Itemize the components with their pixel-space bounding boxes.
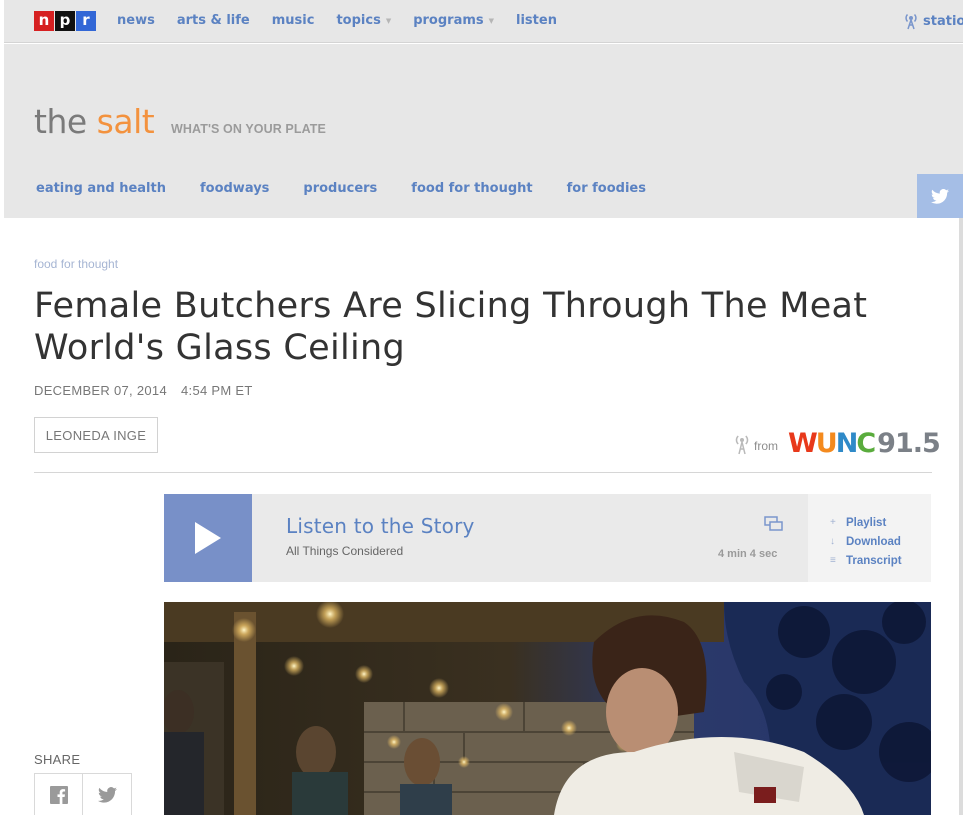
playlist-label: Playlist bbox=[846, 516, 887, 529]
article-date: DECEMBER 07, 2014 bbox=[34, 383, 167, 398]
radio-tower-icon bbox=[905, 13, 917, 30]
wunc-frequency: 91.5 bbox=[877, 428, 941, 459]
audio-actions: + Playlist ↓ Download ≡ Transcript bbox=[808, 494, 931, 582]
nav-link-label: music bbox=[271, 13, 315, 28]
share-facebook-button[interactable] bbox=[35, 774, 84, 815]
twitter-follow-button[interactable] bbox=[917, 174, 963, 218]
scrollbar-track[interactable] bbox=[959, 218, 963, 815]
transcript-button[interactable]: ≡ Transcript bbox=[830, 551, 931, 570]
author-byline[interactable]: LEONEDA INGE bbox=[34, 417, 158, 453]
download-icon: ↓ bbox=[830, 536, 835, 547]
npr-logo-letter-n: n bbox=[34, 11, 54, 31]
play-button[interactable] bbox=[164, 494, 252, 582]
article-photo bbox=[164, 602, 931, 815]
blog-nav-eating-and-health[interactable]: eating and health bbox=[36, 181, 166, 196]
listen-title[interactable]: Listen to the Story bbox=[286, 514, 475, 538]
wunc-logo-letter: N bbox=[835, 428, 859, 459]
radio-tower-icon bbox=[735, 435, 749, 455]
top-nav-links: news arts & life music topics ▼ programs ▼… bbox=[117, 13, 579, 28]
station-attribution[interactable]: from W U N C 91.5 bbox=[734, 428, 941, 459]
nav-link-arts-life[interactable]: arts & life bbox=[177, 13, 250, 28]
blog-nav-producers[interactable]: producers bbox=[303, 181, 377, 196]
audio-player: Listen to the Story All Things Considere… bbox=[164, 494, 931, 582]
npr-logo-letter-r: r bbox=[76, 11, 96, 31]
nav-link-programs[interactable]: programs ▼ bbox=[413, 13, 494, 28]
wunc-logo-letter: C bbox=[856, 428, 876, 459]
share-twitter-button[interactable] bbox=[83, 774, 131, 815]
article-title: Female Butchers Are Slicing Through The … bbox=[34, 286, 868, 368]
blog-tagline: WHAT'S ON YOUR PLATE bbox=[171, 122, 326, 136]
add-to-playlist-button[interactable]: + Playlist bbox=[830, 513, 931, 532]
logo-prefix: the bbox=[34, 102, 87, 141]
from-label: from bbox=[754, 439, 778, 453]
transcript-label: Transcript bbox=[846, 554, 902, 567]
popout-player-button[interactable] bbox=[764, 516, 783, 536]
nav-link-label: news bbox=[117, 13, 155, 28]
nav-link-listen[interactable]: listen bbox=[516, 13, 557, 28]
blog-nav-for-foodies[interactable]: for foodies bbox=[567, 181, 646, 196]
nav-link-label: topics bbox=[336, 13, 381, 28]
nav-link-music[interactable]: music bbox=[272, 13, 315, 28]
top-nav: n p r news arts & life music topics ▼ pro… bbox=[4, 0, 963, 43]
audio-duration: 4 min 4 sec bbox=[718, 548, 778, 560]
nav-link-news[interactable]: news bbox=[117, 13, 155, 28]
wunc-logo-letter: U bbox=[815, 428, 838, 459]
blog-nav-foodways[interactable]: foodways bbox=[200, 181, 269, 196]
wunc-logo-letter: W bbox=[788, 428, 818, 459]
blog-header: the salt WHAT'S ON YOUR PLATE eating and… bbox=[4, 44, 963, 218]
popout-icon bbox=[764, 516, 783, 531]
share-label: SHARE bbox=[34, 752, 81, 767]
the-salt-logo[interactable]: the salt bbox=[34, 102, 155, 141]
plus-icon: + bbox=[830, 517, 836, 528]
caret-down-icon: ▼ bbox=[488, 16, 495, 25]
facebook-icon bbox=[49, 786, 68, 804]
program-name: All Things Considered bbox=[286, 544, 404, 558]
photo-illustration bbox=[164, 602, 931, 815]
npr-logo[interactable]: n p r bbox=[34, 11, 97, 31]
logo-highlight: salt bbox=[96, 102, 155, 141]
nav-link-label: programs bbox=[413, 13, 484, 28]
article-time: 4:54 PM ET bbox=[181, 383, 253, 398]
nav-link-topics[interactable]: topics ▼ bbox=[336, 13, 391, 28]
download-button[interactable]: ↓ Download bbox=[830, 532, 931, 551]
npr-logo-letter-p: p bbox=[55, 11, 75, 31]
twitter-icon bbox=[931, 188, 949, 204]
stations-link[interactable]: statio bbox=[903, 12, 963, 30]
download-label: Download bbox=[846, 535, 901, 548]
stations-label: statio bbox=[923, 13, 963, 29]
share-buttons bbox=[34, 773, 132, 815]
article-slug[interactable]: food for thought bbox=[34, 257, 118, 271]
wunc-logo: W U N C 91.5 bbox=[788, 428, 941, 459]
transcript-icon: ≡ bbox=[830, 555, 836, 566]
blog-nav: eating and health foodways producers foo… bbox=[36, 181, 680, 196]
caret-down-icon: ▼ bbox=[385, 16, 392, 25]
nav-link-label: listen bbox=[516, 13, 557, 28]
blog-nav-food-for-thought[interactable]: food for thought bbox=[411, 181, 532, 196]
nav-link-label: arts & life bbox=[176, 13, 250, 28]
header-divider bbox=[34, 472, 932, 473]
play-icon bbox=[195, 522, 221, 554]
twitter-icon bbox=[97, 787, 117, 803]
article-dateline: DECEMBER 07, 2014 4:54 PM ET bbox=[34, 383, 267, 398]
